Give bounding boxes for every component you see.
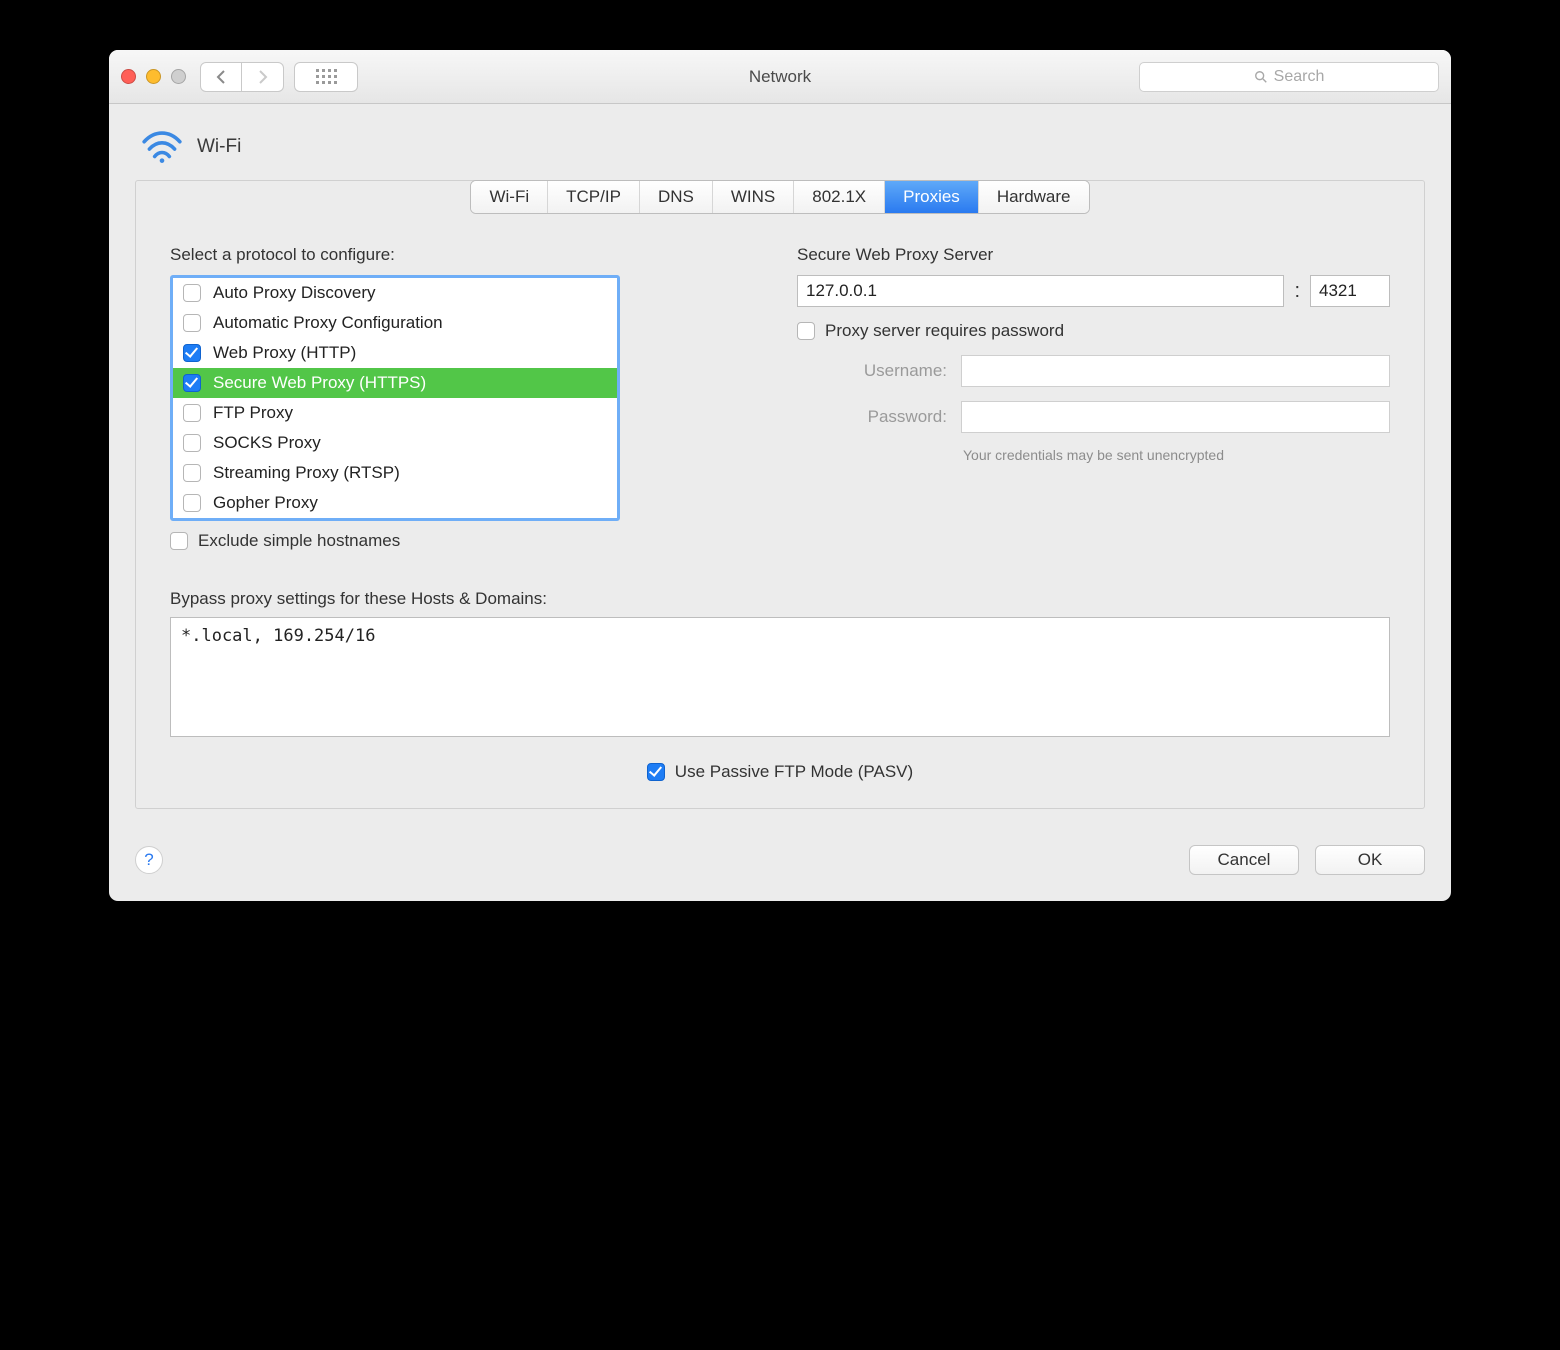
protocol-row[interactable]: Web Proxy (HTTP) xyxy=(173,338,617,368)
protocol-row[interactable]: SOCKS Proxy xyxy=(173,428,617,458)
interface-header: Wi-Fi xyxy=(109,126,1451,180)
protocol-list[interactable]: Auto Proxy Discovery Automatic Proxy Conf… xyxy=(170,275,620,521)
minimize-window-button[interactable] xyxy=(146,69,161,84)
proxy-server-row: : xyxy=(797,275,1390,307)
protocol-row[interactable]: Streaming Proxy (RTSP) xyxy=(173,458,617,488)
footer: ? Cancel OK xyxy=(109,835,1451,901)
traffic-lights xyxy=(121,69,186,84)
search-placeholder: Search xyxy=(1274,68,1325,86)
help-button[interactable]: ? xyxy=(135,846,163,874)
protocol-label: FTP Proxy xyxy=(213,403,293,423)
password-label: Password: xyxy=(797,407,947,427)
protocol-label: Automatic Proxy Configuration xyxy=(213,313,443,333)
settings-panel: Wi-FiTCP/IPDNSWINS802.1XProxiesHardware … xyxy=(135,180,1425,809)
exclude-simple-hostnames-checkbox[interactable] xyxy=(170,532,188,550)
exclude-simple-hostnames-row[interactable]: Exclude simple hostnames xyxy=(170,531,763,551)
back-button[interactable] xyxy=(200,62,242,92)
tab-dns[interactable]: DNS xyxy=(640,181,713,213)
requires-password-row[interactable]: Proxy server requires password xyxy=(797,321,1390,341)
username-label: Username: xyxy=(797,361,947,381)
wifi-icon xyxy=(141,126,183,168)
tab-wins[interactable]: WINS xyxy=(713,181,794,213)
protocol-checkbox[interactable] xyxy=(183,464,201,482)
nav-back-forward xyxy=(200,62,284,92)
ok-button[interactable]: OK xyxy=(1315,845,1425,875)
bypass-textarea[interactable] xyxy=(170,617,1390,737)
titlebar: Network Search xyxy=(109,50,1451,104)
requires-password-checkbox[interactable] xyxy=(797,322,815,340)
requires-password-label: Proxy server requires password xyxy=(825,321,1064,341)
username-input[interactable] xyxy=(961,355,1390,387)
username-row: Username: xyxy=(797,355,1390,387)
protocol-column: Select a protocol to configure: Auto Pro… xyxy=(170,245,763,565)
protocol-checkbox[interactable] xyxy=(183,434,201,452)
protocol-label: Web Proxy (HTTP) xyxy=(213,343,356,363)
exclude-simple-hostnames-label: Exclude simple hostnames xyxy=(198,531,400,551)
tab-802-1x[interactable]: 802.1X xyxy=(794,181,885,213)
protocol-label: Streaming Proxy (RTSP) xyxy=(213,463,400,483)
protocol-checkbox[interactable] xyxy=(183,314,201,332)
protocol-checkbox[interactable] xyxy=(183,284,201,302)
protocol-checkbox[interactable] xyxy=(183,494,201,512)
tab-tcp-ip[interactable]: TCP/IP xyxy=(548,181,640,213)
protocol-row[interactable]: Automatic Proxy Configuration xyxy=(173,308,617,338)
interface-name: Wi-Fi xyxy=(197,136,241,158)
pasv-label: Use Passive FTP Mode (PASV) xyxy=(675,762,913,782)
protocol-label: Auto Proxy Discovery xyxy=(213,283,376,303)
protocol-row[interactable]: Gopher Proxy xyxy=(173,488,617,518)
protocol-row[interactable]: FTP Proxy xyxy=(173,398,617,428)
tab-proxies[interactable]: Proxies xyxy=(885,181,979,213)
tab-hardware[interactable]: Hardware xyxy=(979,181,1089,213)
chevron-right-icon xyxy=(258,70,268,84)
tabs: Wi-FiTCP/IPDNSWINS802.1XProxiesHardware xyxy=(170,180,1390,214)
grid-icon xyxy=(316,69,337,84)
protocol-row[interactable]: Auto Proxy Discovery xyxy=(173,278,617,308)
protocol-label: Secure Web Proxy (HTTPS) xyxy=(213,373,426,393)
proxy-port-input[interactable] xyxy=(1310,275,1390,307)
forward-button[interactable] xyxy=(242,62,284,92)
protocol-checkbox[interactable] xyxy=(183,344,201,362)
protocol-checkbox[interactable] xyxy=(183,404,201,422)
pasv-checkbox[interactable] xyxy=(647,763,665,781)
bypass-label: Bypass proxy settings for these Hosts & … xyxy=(170,589,1390,609)
help-icon: ? xyxy=(144,850,153,870)
cancel-button[interactable]: Cancel xyxy=(1189,845,1299,875)
search-icon xyxy=(1254,70,1268,84)
host-port-separator: : xyxy=(1294,280,1300,303)
show-all-prefs-button[interactable] xyxy=(294,62,358,92)
protocol-label: SOCKS Proxy xyxy=(213,433,321,453)
pasv-row[interactable]: Use Passive FTP Mode (PASV) xyxy=(170,762,1390,782)
chevron-left-icon xyxy=(216,70,226,84)
protocol-row[interactable]: Secure Web Proxy (HTTPS) xyxy=(173,368,617,398)
proxy-host-input[interactable] xyxy=(797,275,1284,307)
search-input[interactable]: Search xyxy=(1139,62,1439,92)
protocol-checkbox[interactable] xyxy=(183,374,201,392)
window-body: Wi-Fi Wi-FiTCP/IPDNSWINS802.1XProxiesHar… xyxy=(109,104,1451,901)
proxy-server-column: Secure Web Proxy Server : Proxy server r… xyxy=(797,245,1390,565)
protocol-label: Gopher Proxy xyxy=(213,493,318,513)
credentials-note: Your credentials may be sent unencrypted xyxy=(797,447,1390,463)
close-window-button[interactable] xyxy=(121,69,136,84)
password-row: Password: xyxy=(797,401,1390,433)
protocol-section-label: Select a protocol to configure: xyxy=(170,245,763,265)
password-input[interactable] xyxy=(961,401,1390,433)
network-preferences-window: Network Search Wi-Fi Wi-FiTCP/IPDNSWINS8 xyxy=(109,50,1451,901)
proxy-server-label: Secure Web Proxy Server xyxy=(797,245,1390,265)
zoom-window-button[interactable] xyxy=(171,69,186,84)
tab-wi-fi[interactable]: Wi-Fi xyxy=(471,181,548,213)
